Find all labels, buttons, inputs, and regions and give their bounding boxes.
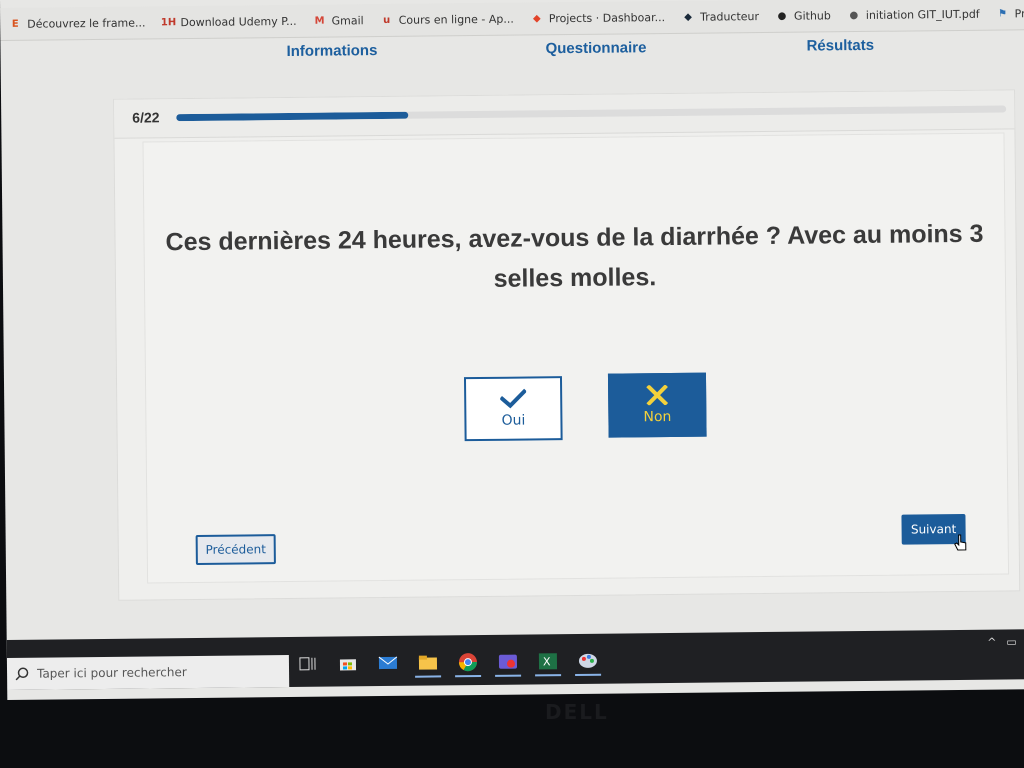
bookmark-6[interactable]: ◆ Traducteur <box>673 9 767 24</box>
udemy-1h-icon: 1H <box>160 16 177 28</box>
browser-screen: E Découvrez le frame... 1H Download Udemy P… <box>0 0 1024 700</box>
step-questionnaire[interactable]: Questionnaire <box>545 39 646 57</box>
svg-text:X: X <box>543 655 551 668</box>
gitlab-icon: ◆ <box>532 12 541 24</box>
system-tray: ^ ▭ <box>987 635 1017 648</box>
question-card: Ces dernières 24 heures, avez-vous de la… <box>142 132 1010 584</box>
bookmark-1[interactable]: E Découvrez le frame... <box>0 15 153 31</box>
question-counter: 6/22 <box>132 109 160 126</box>
check-icon <box>500 388 527 409</box>
bookmark-label: Découvrez le frame... <box>27 15 146 31</box>
dell-logo: DELL <box>545 700 609 724</box>
paint-icon[interactable] <box>574 647 602 677</box>
bookmark-2[interactable]: 1H Download Udemy P... <box>153 14 304 30</box>
answer-non-label: Non <box>643 408 672 426</box>
battery-icon[interactable]: ▭ <box>1006 635 1017 648</box>
bookmark-3[interactable]: M Gmail <box>305 13 372 28</box>
bookmark-7[interactable]: ● Github <box>767 8 839 23</box>
search-icon <box>15 667 29 681</box>
bookmark-label: Download Udemy P... <box>180 14 297 29</box>
bookmark-label: Programs - UM6P V... <box>1014 6 1024 20</box>
progress-row: 6/22 <box>114 90 1015 139</box>
taskbar-search[interactable]: Taper ici pour rechercher <box>6 655 290 690</box>
bookmark-label: Projects · Dashboar... <box>548 10 666 25</box>
chrome-icon[interactable] <box>454 649 482 678</box>
store-icon[interactable] <box>335 650 361 678</box>
step-resultats[interactable]: Résultats <box>806 37 874 55</box>
search-placeholder: Taper ici pour rechercher <box>36 665 187 681</box>
gmail-icon: M <box>314 15 325 27</box>
github-icon: ● <box>777 10 787 22</box>
udemy-u-icon: u <box>383 14 391 26</box>
excel-icon[interactable]: X <box>534 648 562 677</box>
previous-button[interactable]: Précédent <box>195 534 276 565</box>
bookmark-label: Github <box>793 8 831 23</box>
answer-oui-label: Oui <box>501 412 526 429</box>
bookmark-label: initiation GIT_IUT.pdf <box>865 7 980 22</box>
flag-icon: ⚑ <box>998 7 1008 20</box>
progress-fill <box>176 111 409 122</box>
file-explorer-icon[interactable] <box>414 649 442 678</box>
chevron-up-icon[interactable]: ^ <box>987 636 996 649</box>
recorder-icon[interactable] <box>494 648 522 677</box>
bookmark-label: Traducteur <box>700 9 760 24</box>
cross-icon <box>646 385 669 406</box>
progress-track <box>176 105 1007 122</box>
globe-icon: ● <box>849 9 859 21</box>
hand-cursor-icon <box>954 534 967 551</box>
translator-icon: ◆ <box>684 11 692 23</box>
bookmark-4[interactable]: u Cours en ligne - Ap... <box>372 12 522 28</box>
bookmark-9[interactable]: ⚑ Programs - UM6P V... <box>988 5 1024 21</box>
step-informations[interactable]: Informations <box>286 42 377 60</box>
bookmark-5[interactable]: ◆ Projects · Dashboar... <box>522 10 673 26</box>
bookmark-label: Cours en ligne - Ap... <box>398 12 514 27</box>
bookmark-8[interactable]: ● initiation GIT_IUT.pdf <box>839 7 988 23</box>
answer-oui-button[interactable]: Oui <box>463 376 563 442</box>
windows-taskbar: Taper ici pour rechercher X ^ ▭ <box>6 629 1024 690</box>
taskbar-apps: X <box>295 647 602 679</box>
quiz-panel: 6/22 Ces dernières 24 heures, avez-vous … <box>113 89 1021 601</box>
bookmark-label: Gmail <box>331 13 364 28</box>
framework-icon: E <box>11 18 19 30</box>
answer-non-button[interactable]: Non <box>607 372 707 438</box>
question-text: Ces dernières 24 heures, avez-vous de la… <box>164 214 985 303</box>
task-view-icon[interactable] <box>295 651 321 679</box>
mail-icon[interactable] <box>375 650 401 678</box>
